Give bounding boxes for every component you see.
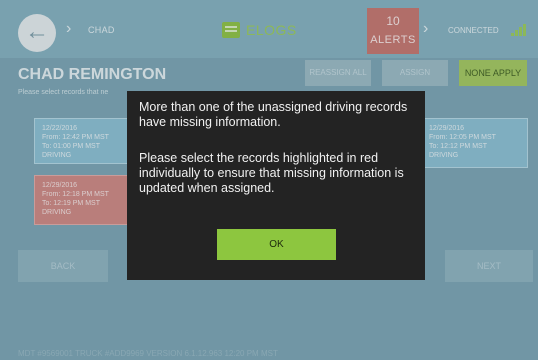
ok-button[interactable]: OK: [217, 229, 336, 260]
dialog-message-2: Please select the records highlighted in…: [139, 151, 404, 195]
dialog-message-1: More than one of the unassigned driving …: [139, 100, 408, 129]
missing-info-dialog: More than one of the unassigned driving …: [127, 91, 425, 280]
